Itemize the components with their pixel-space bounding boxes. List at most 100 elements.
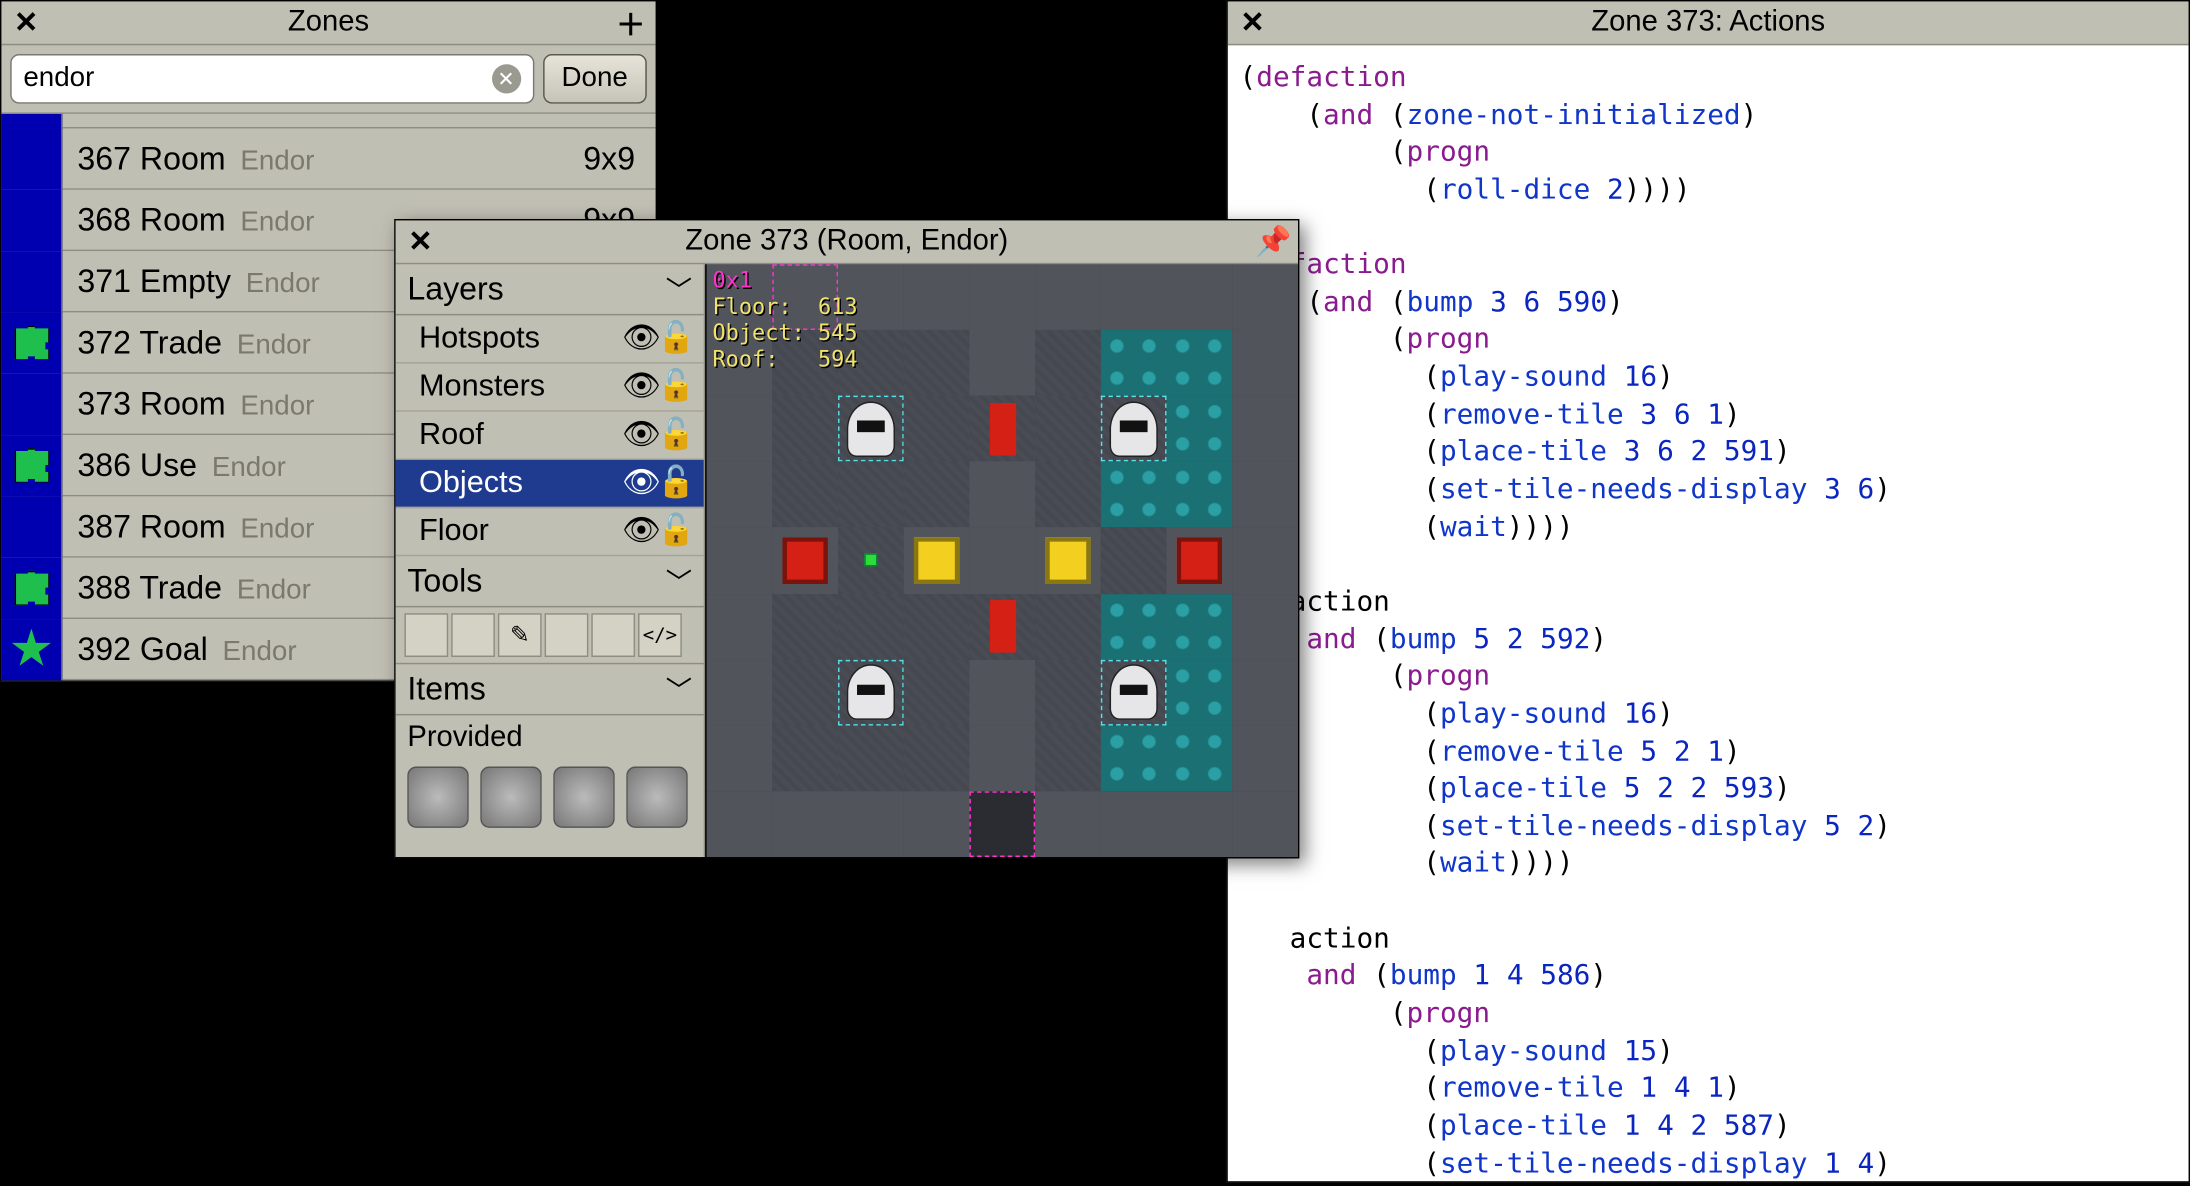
map-tile[interactable] [1167,330,1233,396]
map-tile[interactable] [1167,594,1233,660]
map-tile[interactable] [1101,462,1167,528]
map-tile[interactable] [1035,528,1101,594]
map-tile[interactable] [904,396,970,462]
map-tile[interactable] [1101,594,1167,660]
tool-button-2[interactable] [451,613,495,657]
map-tile[interactable] [969,462,1035,528]
lock-icon[interactable]: 🔓 [657,514,692,549]
map-tile[interactable] [1167,528,1233,594]
map-tile[interactable] [772,659,838,725]
map-tile[interactable] [707,396,773,462]
map-tile[interactable] [772,462,838,528]
map-tile[interactable] [1035,659,1101,725]
map-tile[interactable] [1232,396,1298,462]
map-tile[interactable] [1167,725,1233,791]
layer-row[interactable]: Objects👁🔓 [396,460,704,508]
zone-row[interactable]: 367 Room Endor9x9 [1,128,655,189]
tool-button-5[interactable] [591,613,635,657]
map-tile[interactable] [838,396,904,462]
map-tile[interactable] [1035,330,1101,396]
map-tile[interactable] [969,330,1035,396]
map-tile[interactable] [1035,725,1101,791]
map-tile[interactable] [1101,659,1167,725]
visibility-icon[interactable]: 👁 [622,466,657,501]
map-tile[interactable] [1035,396,1101,462]
layer-row[interactable]: Roof👁🔓 [396,412,704,460]
close-icon[interactable]: ✕ [404,226,436,258]
lock-icon[interactable]: 🔓 [657,369,692,404]
map-tile[interactable] [1232,791,1298,857]
map-tile[interactable] [969,396,1035,462]
pencil-tool-button[interactable]: ✎ [498,613,542,657]
map-tile[interactable] [707,659,773,725]
map-tile[interactable] [1232,594,1298,660]
tools-panel-header[interactable]: Tools ﹀ [396,556,704,607]
map-tile[interactable] [772,791,838,857]
visibility-icon[interactable]: 👁 [622,369,657,404]
map-tile[interactable] [1101,264,1167,330]
map-tile[interactable] [1167,462,1233,528]
map-tile[interactable] [904,594,970,660]
map-tile[interactable] [904,725,970,791]
search-input[interactable] [23,63,491,95]
map-tile[interactable] [1232,528,1298,594]
lock-icon[interactable]: 🔓 [657,418,692,453]
map-tile[interactable] [1232,264,1298,330]
map-tile[interactable] [838,462,904,528]
layer-row[interactable]: Hotspots👁🔓 [396,315,704,363]
items-panel-header[interactable]: Items ﹀ [396,664,704,715]
map-tile[interactable] [838,528,904,594]
map-tile[interactable] [1232,330,1298,396]
add-icon[interactable]: ＋ [615,7,647,39]
map-tile[interactable] [1101,396,1167,462]
map-tile[interactable] [904,330,970,396]
map-tile[interactable] [904,528,970,594]
map-tile[interactable] [1232,462,1298,528]
map-tile[interactable] [1101,725,1167,791]
map-tile[interactable] [772,725,838,791]
map-tile[interactable] [707,462,773,528]
map-tile[interactable] [838,659,904,725]
actions-titlebar[interactable]: ✕ Zone 373: Actions [1228,1,2189,45]
map-tile[interactable] [707,528,773,594]
map-tile[interactable] [772,396,838,462]
actions-code[interactable]: (defaction (and (zone-not-initialized) (… [1228,45,2189,1181]
lock-icon[interactable]: 🔓 [657,321,692,356]
tool-button-1[interactable] [404,613,448,657]
map-tile[interactable] [1101,330,1167,396]
map-tile[interactable] [969,791,1035,857]
map-tile[interactable] [1167,659,1233,725]
map-tile[interactable] [1232,659,1298,725]
zones-titlebar[interactable]: ✕ Zones ＋ [1,1,655,45]
clear-search-icon[interactable]: ✕ [491,64,520,93]
close-icon[interactable]: ✕ [1237,7,1269,39]
layer-row[interactable]: Floor👁🔓 [396,508,704,556]
map-tile[interactable] [969,528,1035,594]
map-tile[interactable] [1035,594,1101,660]
layers-panel-header[interactable]: Layers ﹀ [396,264,704,315]
map-tile[interactable] [1101,528,1167,594]
map-tile[interactable] [1101,791,1167,857]
lock-icon[interactable]: 🔓 [657,466,692,501]
pin-icon[interactable]: 📌 [1257,226,1289,258]
item-icon[interactable] [407,767,468,828]
map-tile[interactable] [772,594,838,660]
visibility-icon[interactable]: 👁 [622,321,657,356]
map-tile[interactable] [969,659,1035,725]
item-icon[interactable] [626,767,687,828]
map-tile[interactable] [1232,725,1298,791]
map-tile[interactable] [969,594,1035,660]
map-tile[interactable] [838,594,904,660]
map-tile[interactable] [707,594,773,660]
map-tile[interactable] [969,264,1035,330]
map-tile[interactable] [772,528,838,594]
map-tile[interactable] [904,659,970,725]
tool-button-4[interactable] [545,613,589,657]
item-icon[interactable] [480,767,541,828]
visibility-icon[interactable]: 👁 [622,514,657,549]
map-tile[interactable] [707,791,773,857]
map-tile[interactable] [904,462,970,528]
visibility-icon[interactable]: 👁 [622,418,657,453]
editor-titlebar[interactable]: ✕ Zone 373 (Room, Endor) 📌 [396,220,1298,264]
done-button[interactable]: Done [543,54,647,104]
